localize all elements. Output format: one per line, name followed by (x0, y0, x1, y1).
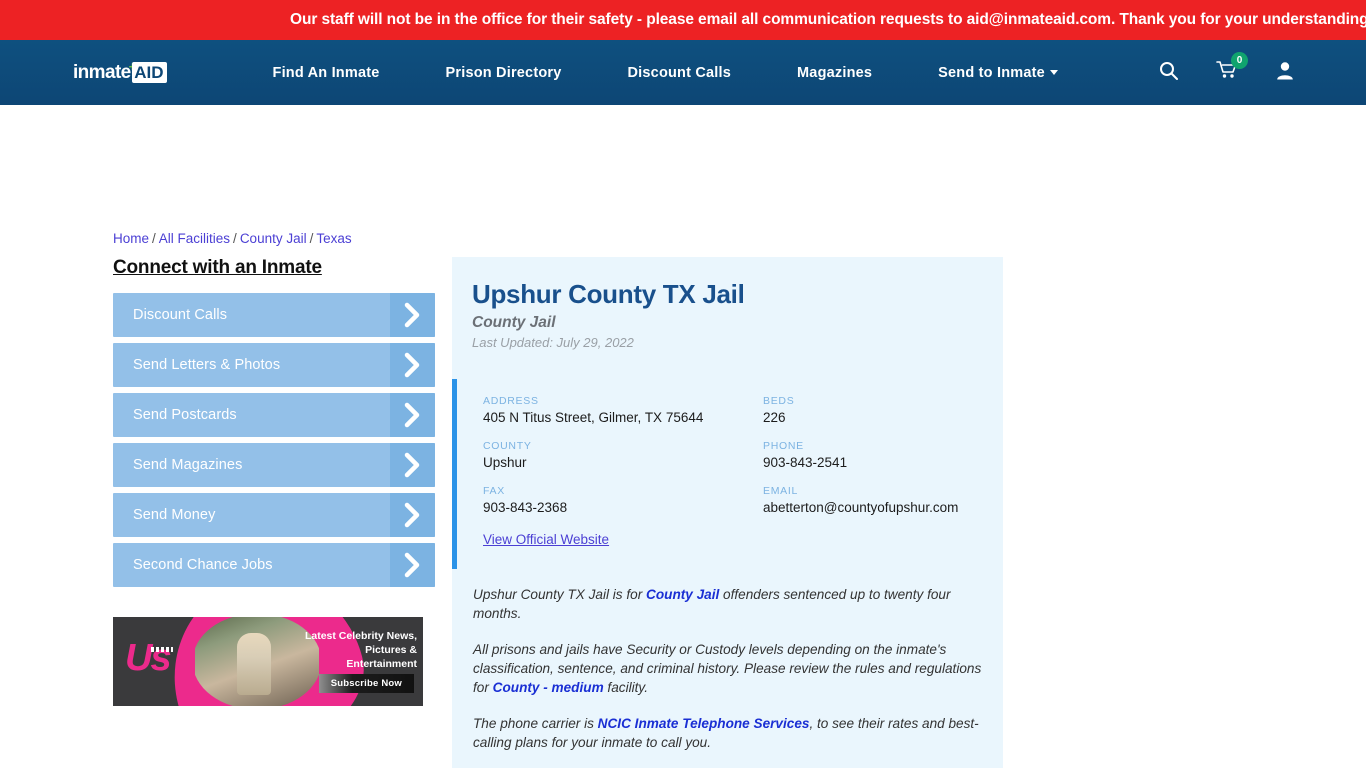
sidebar-item-label: Second Chance Jobs (133, 557, 273, 573)
detail-address: ADDRESS 405 N Titus Street, Gilmer, TX 7… (483, 395, 763, 425)
nav-label: Find An Inmate (272, 64, 380, 81)
alert-banner-text: Our staff will not be in the office for … (290, 11, 1366, 28)
ad-brand-text: Us (125, 637, 172, 679)
cart-icon[interactable]: 0 (1216, 52, 1248, 85)
desc-text: facility. (603, 680, 648, 695)
detail-label: FAX (483, 485, 505, 497)
sidebar-title: Connect with an Inmate (113, 257, 322, 278)
detail-value: 903-843-2541 (763, 455, 848, 470)
phone-carrier-link[interactable]: NCIC Inmate Telephone Services (598, 716, 810, 731)
logo-word: inmate (73, 61, 131, 83)
site-header: inmate + AID Find An Inmate Prison Direc… (0, 40, 1366, 105)
detail-value: Upshur (483, 455, 527, 470)
breadcrumb-item-county-jail[interactable]: County Jail (240, 231, 307, 246)
county-medium-link[interactable]: County - medium (493, 680, 604, 695)
detail-value: 226 (763, 410, 786, 425)
sidebar-item-label: Send Letters & Photos (133, 357, 281, 373)
chevron-right-icon (390, 493, 435, 537)
sidebar-item-send-magazines[interactable]: Send Magazines (113, 443, 435, 487)
description-paragraph-1: Upshur County TX Jail is for County Jail… (473, 585, 983, 623)
nav-label: Prison Directory (445, 64, 562, 81)
advertisement-us-weekly[interactable]: Us Latest Celebrity News, Pictures & Ent… (113, 617, 423, 706)
nav-item-discount-calls[interactable]: Discount Calls (595, 65, 765, 81)
sidebar-item-label: Send Magazines (133, 457, 243, 473)
breadcrumb-separator: / (152, 231, 156, 246)
view-official-website-link[interactable]: View Official Website (483, 532, 609, 547)
detail-value: abetterton@countyofupshur.com (763, 500, 959, 515)
chevron-right-icon (390, 393, 435, 437)
desc-text: The phone carrier is (473, 716, 598, 731)
detail-label: BEDS (763, 395, 795, 407)
breadcrumb-item-texas[interactable]: Texas (316, 231, 351, 246)
facility-description: Upshur County TX Jail is for County Jail… (452, 585, 1003, 768)
chevron-down-icon (1049, 69, 1058, 75)
detail-label: COUNTY (483, 440, 532, 452)
page-content: Home / All Facilities / County Jail / Texas Co… (0, 105, 1366, 768)
sidebar: Connect with an Inmate Discount Calls Se… (113, 257, 435, 593)
nav-label: Send to Inmate (938, 64, 1045, 81)
site-logo[interactable]: inmate + AID (73, 60, 167, 85)
cart-count-badge: 0 (1231, 52, 1248, 69)
detail-email: EMAIL abetterton@countyofupshur.com (763, 485, 983, 515)
site-alert-banner: Our staff will not be in the office for … (0, 0, 1366, 40)
breadcrumb-item-all-facilities[interactable]: All Facilities (159, 231, 230, 246)
facility-card: Upshur County TX Jail County Jail Last U… (452, 257, 1003, 768)
nav-item-find-an-inmate[interactable]: Find An Inmate (240, 65, 413, 81)
breadcrumb: Home / All Facilities / County Jail / Texas (113, 231, 352, 246)
facility-type: County Jail (472, 314, 556, 331)
facility-details-grid: ADDRESS 405 N Titus Street, Gilmer, TX 7… (483, 395, 983, 515)
detail-label: ADDRESS (483, 395, 539, 407)
detail-value: 903-843-2368 (483, 500, 568, 515)
facility-info-box: ADDRESS 405 N Titus Street, Gilmer, TX 7… (452, 379, 1003, 569)
nav-item-prison-directory[interactable]: Prison Directory (413, 65, 595, 81)
sidebar-item-second-chance-jobs[interactable]: Second Chance Jobs (113, 543, 435, 587)
ad-subscribe-button[interactable]: Subscribe Now (318, 674, 414, 693)
nav-item-magazines[interactable]: Magazines (764, 65, 905, 81)
ad-photo-subject (237, 633, 271, 695)
breadcrumb-item-home[interactable]: Home (113, 231, 149, 246)
sidebar-item-send-letters-photos[interactable]: Send Letters & Photos (113, 343, 435, 387)
nav-label: Magazines (797, 64, 873, 81)
chevron-right-icon (390, 443, 435, 487)
sidebar-item-label: Discount Calls (133, 307, 228, 323)
desc-text: Upshur County TX Jail is for (473, 587, 647, 602)
user-icon[interactable] (1276, 61, 1294, 85)
ad-brand-logo: Us (125, 637, 173, 679)
detail-label: PHONE (763, 440, 804, 452)
nav-item-send-to-inmate[interactable]: Send to Inmate (905, 65, 1091, 81)
description-paragraph-2: All prisons and jails have Security or C… (473, 640, 983, 697)
detail-county: COUNTY Upshur (483, 440, 763, 470)
breadcrumb-separator: / (233, 231, 237, 246)
chevron-right-icon (390, 343, 435, 387)
detail-fax: FAX 903-843-2368 (483, 485, 763, 515)
breadcrumb-separator: / (309, 231, 314, 246)
detail-value: 405 N Titus Street, Gilmer, TX 75644 (483, 410, 704, 425)
sidebar-item-send-postcards[interactable]: Send Postcards (113, 393, 435, 437)
detail-phone: PHONE 903-843-2541 (763, 440, 983, 470)
sidebar-item-send-money[interactable]: Send Money (113, 493, 435, 537)
ad-headline: Latest Celebrity News, Pictures & Entert… (304, 630, 417, 670)
ad-logo-dots (151, 647, 173, 652)
header-tools: 0 (1159, 52, 1294, 85)
description-paragraph-3: The phone carrier is NCIC Inmate Telepho… (473, 714, 983, 752)
page-title: Upshur County TX Jail (472, 279, 745, 309)
detail-label: EMAIL (763, 485, 799, 497)
chevron-right-icon (390, 543, 435, 587)
sidebar-item-label: Send Postcards (133, 407, 237, 423)
detail-beds: BEDS 226 (763, 395, 983, 425)
chevron-right-icon (390, 293, 435, 337)
main-navigation: Find An Inmate Prison Directory Discount… (240, 65, 1091, 81)
logo-aid-badge: AID (132, 62, 167, 83)
search-icon[interactable] (1159, 61, 1178, 85)
nav-label: Discount Calls (627, 64, 732, 81)
facility-last-updated: Last Updated: July 29, 2022 (472, 335, 634, 350)
sidebar-item-discount-calls[interactable]: Discount Calls (113, 293, 435, 337)
sidebar-item-label: Send Money (133, 507, 216, 523)
county-jail-link[interactable]: County Jail (646, 587, 719, 602)
